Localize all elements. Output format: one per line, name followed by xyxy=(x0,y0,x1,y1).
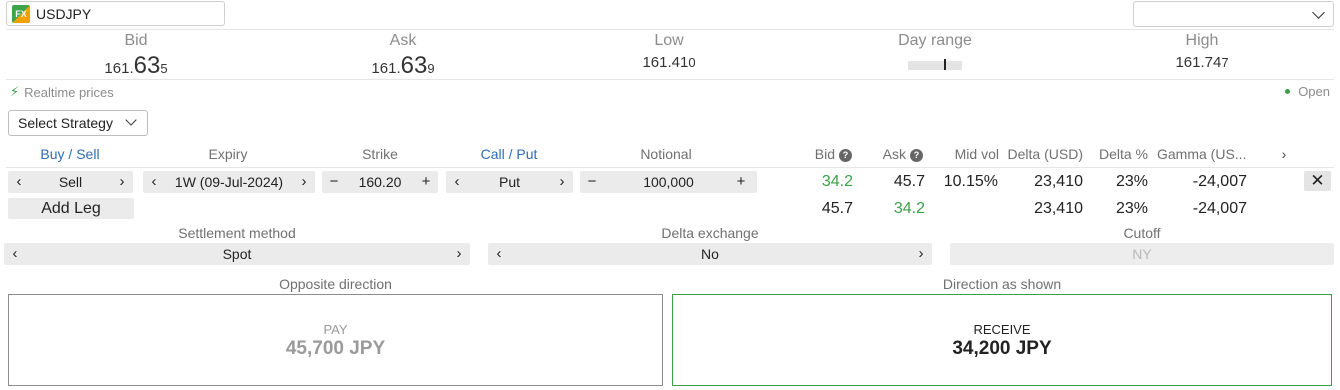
total-bid: 45.7 xyxy=(821,200,853,217)
total-ask: 34.2 xyxy=(893,200,925,217)
fx-logo-icon: FX xyxy=(12,4,30,23)
status-dot-icon xyxy=(1285,89,1291,94)
high-quote: High 161.747 xyxy=(1072,32,1332,71)
receive-label: RECEIVE xyxy=(973,322,1031,337)
header-gamma: Gamma (US... xyxy=(1157,146,1247,162)
direction-shown-label: Direction as shown xyxy=(942,276,1062,292)
day-range: Day range xyxy=(805,32,1065,50)
realtime-label: Realtime prices xyxy=(24,84,114,100)
leg-gamma: -24,007 xyxy=(1192,173,1247,190)
header-notional: Notional xyxy=(640,146,692,162)
cutoff-selector: NY xyxy=(950,243,1334,265)
low-price: 161.410 xyxy=(642,54,696,71)
strategy-label: Select Strategy xyxy=(18,115,113,131)
help-icon[interactable]: ? xyxy=(910,149,923,162)
chevron-right-icon[interactable]: › xyxy=(913,246,929,262)
leg-bid: 34.2 xyxy=(821,173,853,190)
chevron-right-icon[interactable]: › xyxy=(114,174,130,190)
settlement-selector[interactable]: ‹ Spot › xyxy=(4,243,470,265)
remove-leg-button[interactable]: ✕ xyxy=(1304,171,1331,191)
strategy-select[interactable]: Select Strategy xyxy=(8,110,148,136)
delta-exchange-label: Delta exchange xyxy=(661,225,759,241)
close-icon: ✕ xyxy=(1310,171,1325,190)
opposite-direction-label: Opposite direction xyxy=(279,276,392,292)
strike-stepper[interactable]: − 160.20 + xyxy=(322,171,438,193)
leg-delta-pct: 23% xyxy=(1115,173,1148,190)
chevron-right-icon[interactable]: › xyxy=(554,174,570,190)
header-mid-vol: Mid vol xyxy=(954,146,999,162)
delta-exchange-selector[interactable]: ‹ No › xyxy=(488,243,932,265)
header-ask: Ask? xyxy=(868,146,923,162)
market-status: Open xyxy=(1285,84,1330,99)
bid-price: 161.635 xyxy=(104,52,168,79)
opposite-direction-button[interactable]: PAY 45,700 JPY xyxy=(8,294,663,386)
ask-label: Ask xyxy=(389,32,417,49)
bid-quote: Bid 161.635 xyxy=(6,32,266,80)
buy-sell-toggle[interactable]: ‹ Sell › xyxy=(8,171,133,193)
header-buy-sell: Buy / Sell xyxy=(40,146,100,162)
plus-icon[interactable]: + xyxy=(418,174,434,190)
cutoff-label: Cutoff xyxy=(1123,225,1161,241)
ask-price: 161.639 xyxy=(371,52,435,79)
day-range-marker xyxy=(944,59,946,70)
direction-shown-button[interactable]: RECEIVE 34,200 JPY xyxy=(672,294,1332,386)
low-quote: Low 161.410 xyxy=(539,32,799,71)
divider xyxy=(6,167,1334,168)
header-call-put: Call / Put xyxy=(480,146,538,162)
symbol-selector[interactable]: FX USDJPY xyxy=(6,1,225,26)
add-leg-button[interactable]: Add Leg xyxy=(8,198,134,219)
high-label: High xyxy=(1185,32,1219,49)
bid-label: Bid xyxy=(124,32,148,49)
total-gamma: -24,007 xyxy=(1192,200,1247,217)
pay-label: PAY xyxy=(323,322,348,337)
receive-amount: 34,200 JPY xyxy=(952,338,1052,359)
account-dropdown[interactable] xyxy=(1133,1,1334,27)
ask-quote: Ask 161.639 xyxy=(273,32,533,80)
leg-delta-usd: 23,410 xyxy=(1034,173,1083,190)
plus-icon[interactable]: + xyxy=(733,174,749,190)
header-bid: Bid? xyxy=(800,146,852,162)
header-delta-usd: Delta (USD) xyxy=(1007,146,1083,162)
low-label: Low xyxy=(654,32,684,49)
day-range-label: Day range xyxy=(898,32,972,49)
notional-stepper[interactable]: − 100,000 + xyxy=(580,171,757,193)
day-range-bar xyxy=(908,61,962,70)
header-delta-pct: Delta % xyxy=(1098,146,1148,162)
call-put-toggle[interactable]: ‹ Put › xyxy=(446,171,573,193)
chevron-right-icon[interactable]: › xyxy=(451,246,467,262)
divider xyxy=(6,79,1334,80)
header-strike: Strike xyxy=(362,146,398,162)
chevron-right-icon[interactable]: › xyxy=(296,174,312,190)
total-delta-pct: 23% xyxy=(1115,200,1148,217)
leg-mid-vol: 10.15% xyxy=(943,173,998,190)
total-delta-usd: 23,410 xyxy=(1034,200,1083,217)
leg-ask: 45.7 xyxy=(893,173,925,190)
chevron-down-icon xyxy=(1312,6,1325,19)
header-expiry: Expiry xyxy=(208,146,248,162)
expiry-selector[interactable]: ‹ 1W (09-Jul-2024) › xyxy=(143,171,315,193)
chevron-down-icon xyxy=(125,114,137,126)
help-icon[interactable]: ? xyxy=(839,149,852,162)
pay-amount: 45,700 JPY xyxy=(285,338,386,359)
lightning-icon: ⚡︎ xyxy=(10,84,20,99)
scroll-right-icon[interactable]: › xyxy=(1276,146,1292,162)
high-price: 161.747 xyxy=(1175,54,1229,71)
market-status-label: Open xyxy=(1298,84,1330,99)
settlement-label: Settlement method xyxy=(178,225,296,241)
divider xyxy=(6,29,1334,30)
symbol-text: USDJPY xyxy=(36,5,92,22)
realtime-status: ⚡︎ Realtime prices xyxy=(10,84,114,100)
